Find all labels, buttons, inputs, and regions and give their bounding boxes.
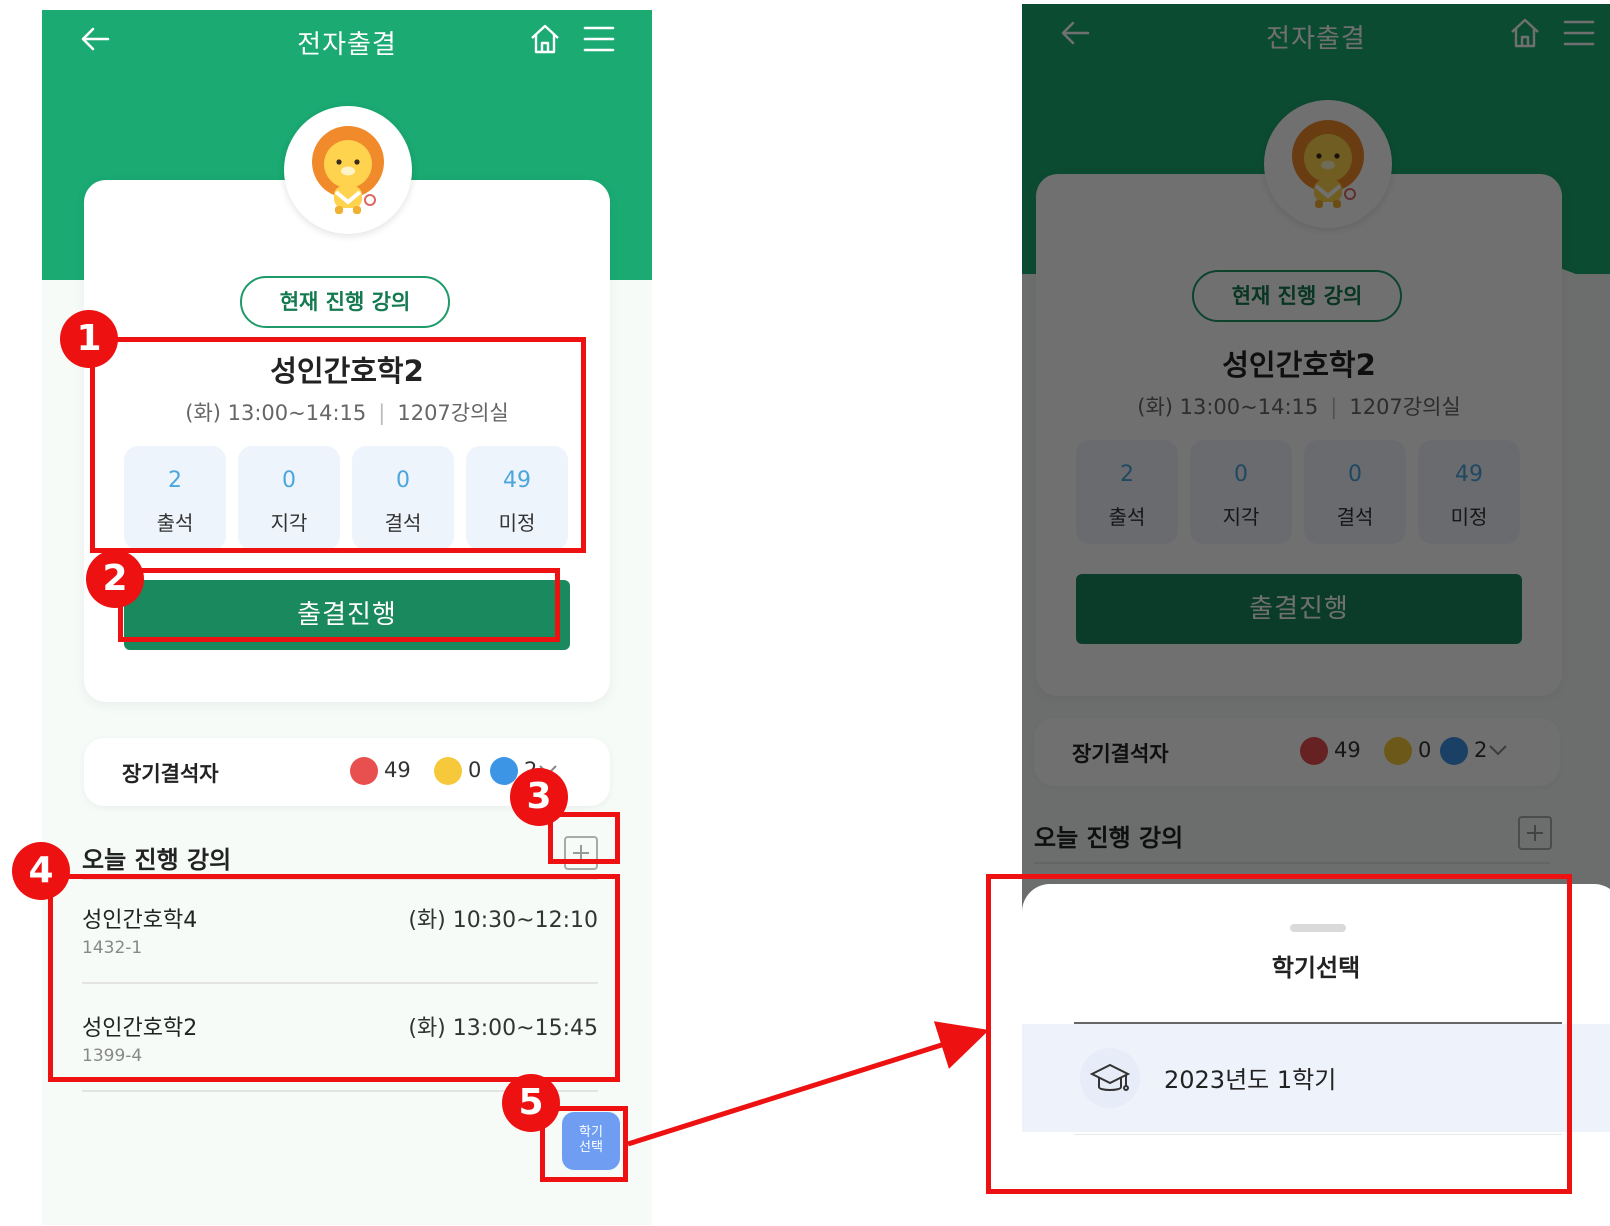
- highlight-box-attend-button: [118, 568, 560, 642]
- annotation-badge-2: 2: [86, 550, 144, 608]
- lion-mascot-icon: [312, 126, 384, 214]
- annotation-badge-4: 4: [12, 842, 70, 900]
- absentee-count-yellow: 0: [468, 758, 482, 782]
- hamburger-menu-icon[interactable]: [582, 24, 616, 54]
- highlight-box-current-lecture: [90, 337, 586, 553]
- home-icon[interactable]: [528, 22, 562, 56]
- top-app-bar: 전자출결: [42, 10, 652, 72]
- annotation-badge-1: 1: [60, 310, 118, 368]
- yellow-status-dot-icon: [434, 757, 462, 785]
- annotation-badge-5: 5: [502, 1074, 560, 1132]
- highlight-box-add-button: [548, 812, 620, 864]
- red-status-dot-icon: [350, 757, 378, 785]
- lion-mascot-avatar: [284, 106, 412, 234]
- absentee-count-red: 49: [384, 758, 411, 782]
- annotation-badge-3: 3: [510, 768, 568, 826]
- highlight-box-today-lectures: [48, 874, 620, 1082]
- highlight-box-semester-sheet: [986, 874, 1572, 1194]
- absentee-label: 장기결석자: [122, 762, 219, 786]
- today-lectures-title: 오늘 진행 강의: [82, 846, 232, 874]
- arrow-line: [627, 1021, 990, 1147]
- current-lecture-chip: 현재 진행 강의: [240, 276, 450, 328]
